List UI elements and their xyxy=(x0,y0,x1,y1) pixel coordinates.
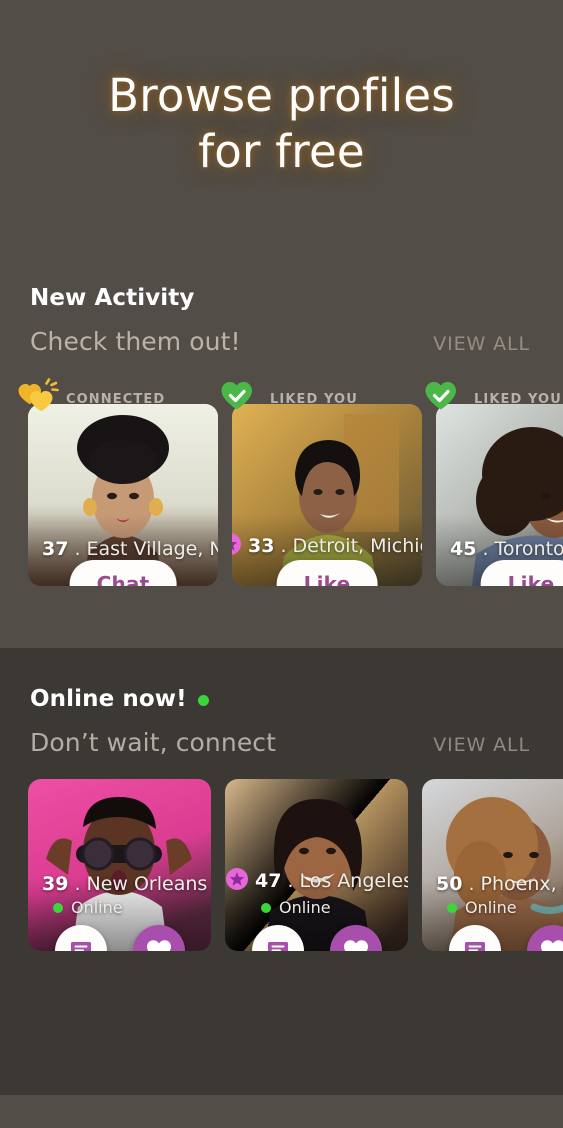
online-card-nameline: 39 . New Orleans xyxy=(42,873,207,895)
star-badge-icon xyxy=(225,867,249,895)
online-card-location: New Orleans xyxy=(86,873,208,895)
online-card-status: Online xyxy=(225,898,408,917)
new-activity-view-all-link[interactable]: VIEW ALL xyxy=(433,333,533,355)
activity-card-age: 45 xyxy=(450,538,477,560)
activity-card-age: 37 xyxy=(42,538,69,560)
heart-icon xyxy=(343,938,369,951)
online-now-title-row: Online now! xyxy=(30,686,533,712)
chat-bubble-icon xyxy=(463,938,487,951)
new-activity-subtitle: Check them out! xyxy=(30,327,241,356)
new-activity-header: New Activity Check them out! VIEW ALL xyxy=(0,285,563,356)
online-card-status: Online xyxy=(42,898,207,917)
online-card-actions xyxy=(252,925,382,951)
activity-card-location: East Village, NY xyxy=(86,538,219,560)
online-now-card-row[interactable]: 39 . New Orleans Online 47 . Los Angele … xyxy=(0,779,563,951)
online-status-dot-icon xyxy=(53,902,63,913)
activity-card[interactable]: LIKED YOU xyxy=(425,378,563,586)
activity-card-separator: . xyxy=(482,538,489,560)
activity-card[interactable]: LIKED YOU xyxy=(221,378,422,586)
app-screen: Browse profiles for free New Activity Ch… xyxy=(0,0,563,1128)
page-title-line-2: for free xyxy=(198,125,365,178)
online-status-dot-icon xyxy=(261,902,271,913)
online-status-dot-icon xyxy=(447,902,457,913)
star-badge-icon xyxy=(232,532,242,560)
online-card[interactable]: 47 . Los Angeles, CA Online xyxy=(225,779,408,951)
online-card-status-label: Online xyxy=(465,898,517,917)
activity-card-photo[interactable]: 37 . East Village, NY xyxy=(28,404,218,586)
online-card-age: 50 xyxy=(436,873,463,895)
section-new-activity: New Activity Check them out! VIEW ALL CO… xyxy=(0,245,563,648)
online-now-subtitle: Don’t wait, connect xyxy=(30,728,277,757)
activity-card-meta: 37 . East Village, NY xyxy=(28,538,218,560)
online-card-separator: . xyxy=(74,873,81,895)
activity-card-separator: . xyxy=(74,538,81,560)
online-now-subtitle-row: Don’t wait, connect VIEW ALL xyxy=(30,728,533,757)
heart-icon xyxy=(540,938,563,951)
activity-card[interactable]: CONNECTED 37 . East Village, N Chat xyxy=(18,378,218,586)
activity-card-photo[interactable]: 45 . Toronto,Ca xyxy=(436,404,563,586)
online-card-separator: . xyxy=(287,870,294,892)
chat-bubble-icon xyxy=(266,938,290,951)
like-heart-button[interactable] xyxy=(527,925,563,951)
like-button[interactable]: Like xyxy=(276,560,378,586)
activity-badge-label: CONNECTED xyxy=(66,391,166,407)
hero-banner: Browse profiles for free xyxy=(0,0,563,245)
page-title: Browse profiles for free xyxy=(108,68,455,180)
activity-card-location: Detroit, Michigan xyxy=(292,535,423,557)
online-now-header: Online now! Don’t wait, connect VIEW ALL xyxy=(0,686,563,757)
online-card-age: 39 xyxy=(42,873,69,895)
online-now-view-all-link[interactable]: VIEW ALL xyxy=(433,734,533,756)
bottom-strip xyxy=(0,1095,563,1128)
new-activity-title: New Activity xyxy=(30,285,195,311)
activity-card-badge: LIKED YOU xyxy=(424,378,562,418)
chat-bubble-button[interactable] xyxy=(449,925,501,951)
online-card-meta: 47 . Los Angeles, CA Online xyxy=(225,867,408,917)
online-card-status-label: Online xyxy=(71,898,123,917)
online-card[interactable]: 50 . Phoenx, A Online xyxy=(422,779,563,951)
two-hearts-sparkle-icon xyxy=(16,378,60,418)
online-card-status: Online xyxy=(436,898,563,917)
chat-button[interactable]: Chat xyxy=(69,560,177,586)
new-activity-subtitle-row: Check them out! VIEW ALL xyxy=(30,327,533,356)
online-card-nameline: 47 . Los Angeles, CA xyxy=(225,867,408,895)
activity-card-location: Toronto,Ca xyxy=(494,538,563,560)
activity-card-photo[interactable]: 33 . Detroit, Michigan xyxy=(232,404,422,586)
chat-bubble-icon xyxy=(69,938,93,951)
chat-bubble-button[interactable] xyxy=(252,925,304,951)
heart-icon xyxy=(146,938,172,951)
chat-bubble-button[interactable] xyxy=(55,925,107,951)
like-heart-button[interactable] xyxy=(133,925,185,951)
activity-card-meta: 45 . Toronto,Ca xyxy=(436,538,563,560)
online-card[interactable]: 39 . New Orleans Online xyxy=(28,779,211,951)
new-activity-title-row: New Activity xyxy=(30,285,533,311)
like-button[interactable]: Like xyxy=(480,560,563,586)
activity-card-badge: CONNECTED xyxy=(16,378,165,418)
heart-check-icon xyxy=(220,378,264,418)
online-card-nameline: 50 . Phoenx, A xyxy=(436,873,563,895)
heart-check-icon xyxy=(424,378,468,418)
activity-card-age: 33 xyxy=(248,535,275,557)
online-card-actions xyxy=(55,925,185,951)
online-card-location: Los Angeles, CA xyxy=(299,870,409,892)
section-online-now: Online now! Don’t wait, connect VIEW ALL xyxy=(0,648,563,1095)
online-now-title: Online now! xyxy=(30,686,187,712)
page-title-line-1: Browse profiles xyxy=(108,69,455,122)
activity-card-separator: . xyxy=(280,535,287,557)
online-status-dot-icon xyxy=(197,695,209,706)
activity-card-badge: LIKED YOU xyxy=(220,378,358,418)
online-card-age: 47 xyxy=(255,870,282,892)
like-heart-button[interactable] xyxy=(330,925,382,951)
online-card-status-label: Online xyxy=(279,898,331,917)
online-card-separator: . xyxy=(468,873,475,895)
activity-card-meta: 33 . Detroit, Michigan xyxy=(232,532,422,560)
new-activity-card-row[interactable]: CONNECTED 37 . East Village, N Chat LIKE… xyxy=(0,378,563,586)
online-card-meta: 39 . New Orleans Online xyxy=(42,873,207,917)
online-card-location: Phoenx, A xyxy=(480,873,563,895)
activity-badge-label: LIKED YOU xyxy=(270,391,358,407)
activity-badge-label: LIKED YOU xyxy=(474,391,562,407)
online-card-actions xyxy=(449,925,563,951)
online-card-meta: 50 . Phoenx, A Online xyxy=(436,873,563,917)
